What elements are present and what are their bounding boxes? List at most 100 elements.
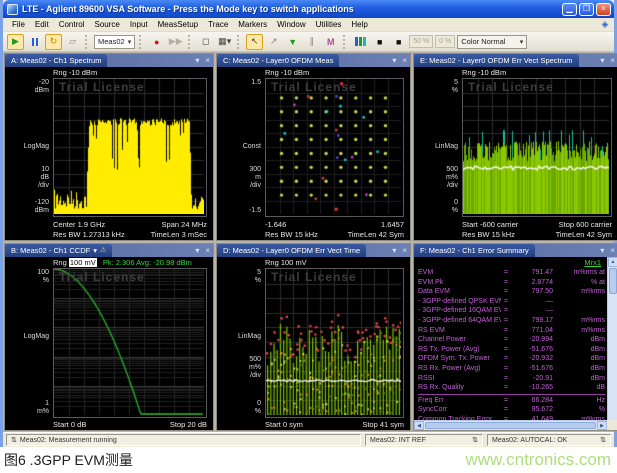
y-axis-bottom-label: -1.5: [217, 207, 261, 215]
y-axis-div-label: 10 dB /div: [5, 166, 49, 190]
panel-c-header[interactable]: C: Meas02 - Layer0 OFDM Meas ▾ ×: [217, 54, 410, 67]
zoom-field-b[interactable]: 0 %: [435, 35, 455, 48]
range-readout: Rng -10 dBm: [53, 68, 97, 77]
restart-icon[interactable]: ↻: [45, 34, 62, 50]
resbw-label: Res BW 15 kHz: [265, 230, 318, 239]
menu-item-help[interactable]: Help: [346, 19, 372, 30]
scroll-up-icon[interactable]: ▲: [608, 257, 617, 267]
timelen-label: TimeLen 3 mSec: [151, 230, 207, 239]
panel-e-title[interactable]: E: Meas02 - Layer0 OFDM Err Vect Spectru…: [414, 54, 579, 67]
grid-layout-icon[interactable]: ▦▾: [216, 34, 233, 50]
figure-caption: 图6 .3GPP EVM测量 www.cntronics.com: [0, 447, 617, 473]
horizontal-scrollbar[interactable]: ◀ ▶: [414, 420, 607, 430]
panel-b-title[interactable]: B: Meas02 - Ch1 CCDF ▾ ⚠: [5, 244, 112, 257]
constellation-plot-area[interactable]: [265, 78, 404, 217]
panel-pin-icon[interactable]: ▾: [597, 54, 607, 67]
measurement-select[interactable]: Meas02 ▾: [94, 35, 135, 49]
scroll-thumb[interactable]: [609, 268, 617, 294]
menu-item-meassetup[interactable]: MeasSetup: [153, 19, 203, 30]
chevron-down-icon: ▾: [227, 36, 232, 47]
range-value-highlighted[interactable]: 100 mV: [69, 258, 97, 267]
toolbar-separator: [139, 35, 144, 49]
vertical-scrollbar[interactable]: ▲: [607, 257, 617, 420]
menu-item-window[interactable]: Window: [272, 19, 310, 30]
pointer-icon[interactable]: ↖: [246, 34, 263, 50]
spinner-icon[interactable]: ⇅: [11, 436, 17, 444]
panel-d-header[interactable]: D: Meas02 - Layer0 OFDM Err Vect Time ▾ …: [217, 244, 410, 257]
single-window-layout-icon[interactable]: ◻: [197, 34, 214, 50]
menu-item-utilities[interactable]: Utilities: [311, 19, 347, 30]
panel-close-icon[interactable]: ×: [399, 54, 410, 67]
restore-button[interactable]: ❐: [579, 3, 594, 16]
panel-pin-icon[interactable]: ▾: [192, 244, 202, 257]
menu-item-edit[interactable]: Edit: [30, 19, 54, 30]
err-spectrum-plot-area[interactable]: [462, 78, 612, 217]
panel-pin-icon[interactable]: ▾: [597, 244, 607, 257]
panel-d-title[interactable]: D: Meas02 - Layer0 OFDM Err Vect Time: [217, 244, 366, 257]
error-summary-row: EVM=791.47m%rms at: [418, 268, 605, 278]
menu-item-source[interactable]: Source: [89, 19, 124, 30]
status-autocal: Meas02: AUTOCAL: OK ⇅: [487, 434, 611, 446]
play-icon[interactable]: ▶: [7, 34, 24, 50]
spectrum-plot-area[interactable]: [53, 78, 207, 217]
marker-move-icon[interactable]: ↗: [265, 34, 282, 50]
color-mode-select[interactable]: Color Normal ▾: [457, 35, 527, 49]
panel-e-header[interactable]: E: Meas02 - Layer0 OFDM Err Vect Spectru…: [414, 54, 617, 67]
display-dark2-icon[interactable]: ■: [390, 34, 407, 50]
panel-close-icon[interactable]: ×: [202, 244, 213, 257]
panel-c-title[interactable]: C: Meas02 - Layer0 OFDM Meas: [217, 54, 339, 67]
err-time-plot-area[interactable]: [265, 268, 404, 418]
trial-license-watermark: Trial License: [271, 80, 357, 94]
panel-f-title[interactable]: F: Meas02 - Ch1 Error Summary: [414, 244, 535, 257]
chevron-down-icon: ▾: [128, 38, 132, 46]
band-marker-icon[interactable]: ∥: [303, 34, 320, 50]
start-carrier-label: Start -600 carrier: [462, 220, 518, 229]
panel-close-icon[interactable]: ×: [607, 244, 617, 257]
menu-item-markers[interactable]: Markers: [233, 19, 272, 30]
selection-icon[interactable]: ▱: [64, 34, 81, 50]
chevron-down-icon[interactable]: ▾: [93, 244, 97, 257]
resbw-label: Res BW 1.27313 kHz: [53, 230, 125, 239]
menu-item-trace[interactable]: Trace: [203, 19, 233, 30]
error-summary-link[interactable]: Mrx1: [418, 258, 605, 268]
timelen-label: TimeLen 42 Sym: [556, 230, 612, 239]
panel-close-icon[interactable]: ×: [399, 244, 410, 257]
range-readout: Rng -10 dBm: [265, 68, 309, 77]
panel-pin-icon[interactable]: ▾: [192, 54, 202, 67]
error-summary-row: - 3GPP-defined QPSK EVM=—: [418, 297, 605, 307]
panel-close-icon[interactable]: ×: [607, 54, 617, 67]
scroll-left-icon[interactable]: ◀: [414, 421, 424, 430]
display-dark-icon[interactable]: ■: [371, 34, 388, 50]
menubar-corner-icon[interactable]: ◈: [599, 19, 611, 30]
zoom-field-a[interactable]: 50 %: [409, 35, 433, 48]
spinner-icon[interactable]: ⇅: [600, 436, 606, 444]
resbw-label: Res BW 15 kHz: [462, 230, 515, 239]
scroll-thumb[interactable]: [425, 422, 596, 429]
panel-f-header[interactable]: F: Meas02 - Ch1 Error Summary ▾ ×: [414, 244, 617, 257]
panel-b-header[interactable]: B: Meas02 - Ch1 CCDF ▾ ⚠ ▾ ×: [5, 244, 213, 257]
pause-icon[interactable]: [26, 34, 43, 50]
figure-caption-text: 图6 .3GPP EVM测量: [0, 450, 466, 470]
menu-item-control[interactable]: Control: [54, 19, 90, 30]
close-button[interactable]: ×: [596, 3, 611, 16]
spinner-icon[interactable]: ⇅: [472, 436, 478, 444]
record-icon[interactable]: ●: [148, 34, 165, 50]
error-summary-table: Mrx1 EVM=791.47m%rms atEVM Pk=2.8774% at…: [414, 257, 607, 420]
minimize-button[interactable]: ▁: [562, 3, 577, 16]
color-bars-icon[interactable]: [352, 34, 369, 50]
y-axis-bottom-label: 1 m%: [5, 400, 49, 416]
panel-a-title[interactable]: A: Meas02 - Ch1 Spectrum: [5, 54, 107, 67]
app-icon: [7, 4, 18, 15]
marker-m-icon[interactable]: M: [322, 34, 339, 50]
scroll-right-icon[interactable]: ▶: [597, 421, 607, 430]
panel-close-icon[interactable]: ×: [202, 54, 213, 67]
ccdf-plot-area[interactable]: [53, 268, 207, 418]
y-axis-bottom-label: 0 %: [414, 199, 458, 215]
playback-icon[interactable]: ▶▶: [167, 34, 184, 50]
panel-a-header[interactable]: A: Meas02 - Ch1 Spectrum ▾ ×: [5, 54, 213, 67]
marker-delta-icon[interactable]: ▼: [284, 34, 301, 50]
menu-item-input[interactable]: Input: [125, 19, 153, 30]
panel-pin-icon[interactable]: ▾: [389, 54, 399, 67]
menu-item-file[interactable]: File: [7, 19, 30, 30]
panel-pin-icon[interactable]: ▾: [389, 244, 399, 257]
